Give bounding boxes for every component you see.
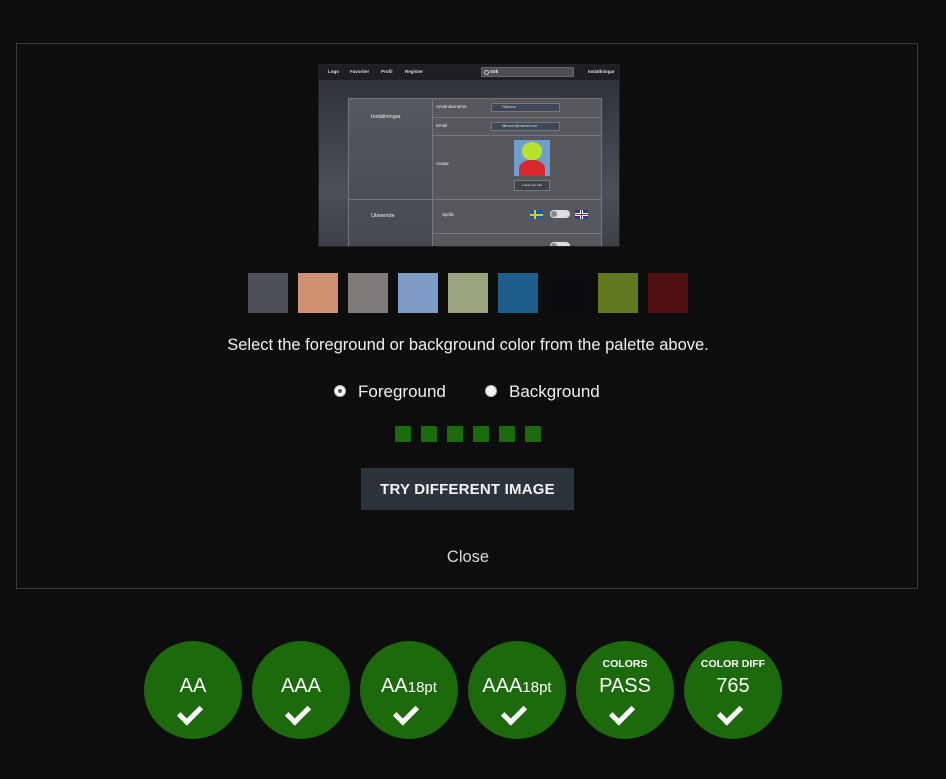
badge-label: AAA [280,675,322,697]
try-different-image-button[interactable]: TRY DIFFERENT IMAGE [361,468,574,510]
palette-swatch[interactable] [348,273,388,313]
result-indicator [499,426,515,442]
result-badge: COLORS PASS [576,641,674,739]
preview-navbar: Logo Favoriter Profil Register Sök Instä… [319,65,619,80]
checkmark-icon [716,699,744,726]
preview-nav-profile: Profil [381,69,393,74]
palette-swatch[interactable] [598,273,638,313]
preview-section-appearance: Utseende [371,213,395,219]
background-radio-dot[interactable] [485,385,497,397]
result-indicator [447,426,463,442]
result-badge: AA18pt [360,641,458,739]
checkmark-icon [176,699,204,726]
uk-flag-icon [575,210,588,219]
preview-toggle-2 [550,242,570,246]
preview-section-settings: Inställningar [371,114,401,120]
color-picker-panel: Logo Favoriter Profil Register Sök Instä… [16,43,918,589]
preview-divider [349,199,432,200]
badge-suffix: 18pt [522,679,552,696]
preview-search-text: Sök [490,69,499,74]
preview-row-email: Email fillmonio@hotmail.com [433,117,601,136]
palette-swatch[interactable] [448,273,488,313]
preview-avatar-head [522,142,542,160]
preview-avatar-body [519,160,545,176]
preview-nav-logo: Logo [328,69,339,74]
badge-label: 765 [716,675,750,697]
palette-swatch[interactable] [548,273,588,313]
badge-label: AA [179,675,207,697]
preview-settings-table: Inställningar Utseende Användarnamn Fill… [348,98,602,246]
palette-swatch[interactable] [648,273,688,313]
result-badge: COLOR DIFF 765 [684,641,782,739]
palette-swatch[interactable] [248,273,288,313]
result-indicator [395,426,411,442]
palette-swatch[interactable] [398,273,438,313]
foreground-radio-label: Foreground [358,382,446,401]
badge-label: AA18pt [381,675,437,697]
preview-username-label: Användarnamn [436,104,467,109]
result-indicator [525,426,541,442]
preview-search-icon [484,70,489,75]
palette-swatch[interactable] [498,273,538,313]
checkmark-icon [608,699,636,726]
badge-label: AAA18pt [482,675,552,697]
preview-email-field: fillmonio@hotmail.com [491,122,560,131]
preview-row-username: Användarnamn Fillmonio [433,99,601,118]
preview-avatar-image [514,140,550,176]
foreground-radio-dot[interactable] [334,385,346,397]
image-preview[interactable]: Logo Favoriter Profil Register Sök Instä… [318,64,620,247]
badge-caption: COLOR DIFF [700,658,766,670]
checkmark-icon [284,699,312,726]
instruction-text: Select the foreground or background colo… [227,336,709,354]
preview-nav-favorites: Favoriter [350,69,370,74]
checkmark-icon [392,699,420,726]
preview-settings-link: Inställningar [588,69,615,74]
badge-caption: COLORS [602,658,648,670]
result-badge: AAA [252,641,350,739]
result-indicator [473,426,489,442]
preview-avatar-label: Avatar [436,161,449,166]
close-link[interactable]: Close [17,548,919,567]
preview-email-label: Email [436,123,448,128]
swedish-flag-icon [530,210,543,219]
result-indicator [421,426,437,442]
preview-language-label: Språk [442,212,454,217]
background-radio-label: Background [509,382,600,401]
preview-nav-register: Register [405,69,424,74]
preview-left-column: Inställningar Utseende [349,99,433,246]
preview-username-field: Fillmonio [491,103,560,112]
checkmark-icon [500,699,528,726]
preview-upload-button: Ladda upp bild [514,180,550,191]
result-badge: AA [144,641,242,739]
palette-swatch[interactable] [298,273,338,313]
preview-language-toggle [550,210,570,218]
preview-search-box: Sök [481,67,574,77]
badge-label: PASS [599,675,651,697]
badge-suffix: 18pt [407,679,437,696]
result-badge: AAA18pt [468,641,566,739]
